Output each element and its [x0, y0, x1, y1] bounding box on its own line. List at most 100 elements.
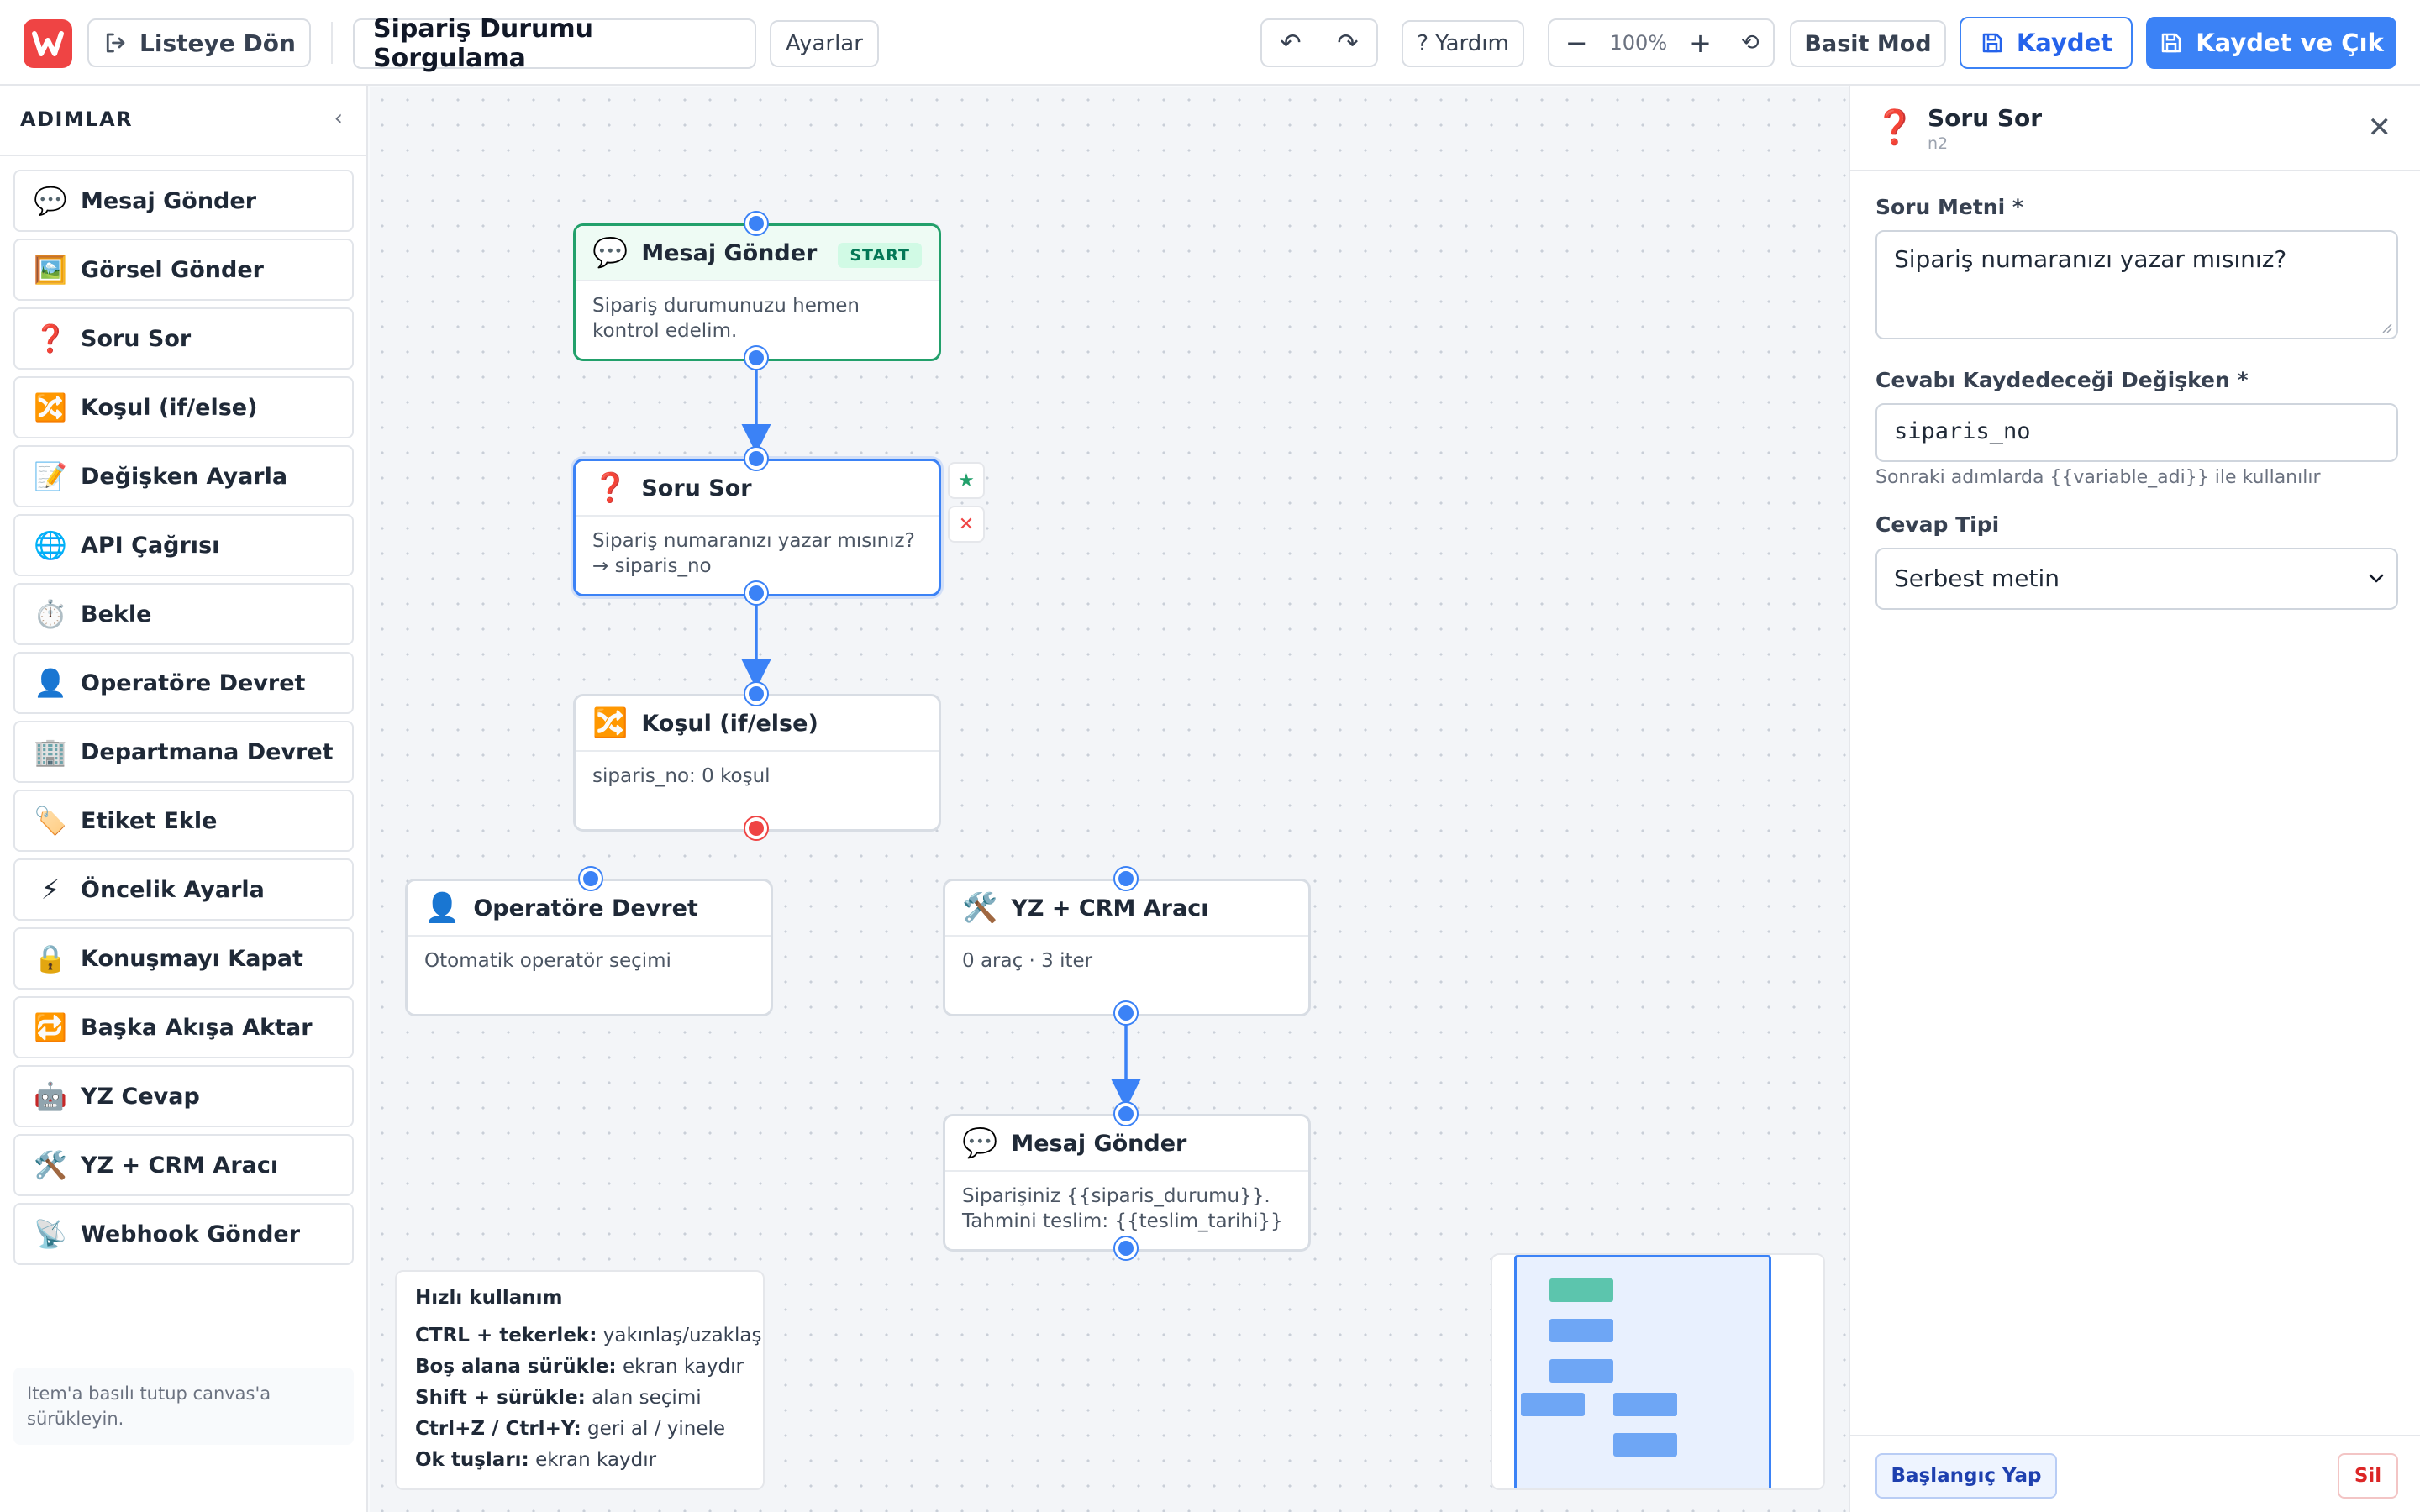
help-button[interactable]: ? Yardım: [1402, 20, 1524, 67]
tools-icon: 🛠️: [34, 1149, 67, 1181]
panel-node-id: n2: [1928, 134, 1949, 153]
sidebar-item-ask-question[interactable]: ❓ Soru Sor: [13, 307, 354, 370]
shortcut-desc: geri al / yinele: [587, 1418, 726, 1440]
resize-handle-icon[interactable]: [2380, 321, 2393, 334]
sidebar-item-ai-reply[interactable]: 🤖 YZ Cevap: [13, 1065, 354, 1127]
shuffle-icon: 🔀: [592, 706, 629, 740]
back-to-list-button[interactable]: Listeye Dön: [87, 18, 311, 67]
delete-node-button[interactable]: ✕: [948, 506, 985, 543]
input-port[interactable]: [745, 448, 767, 470]
shortcut-key: Shift + sürükle:: [415, 1387, 586, 1409]
steps-sidebar: ADIMLAR ‹ 💬 Mesaj Gönder 🖼️ Görsel Gönder …: [0, 86, 368, 1512]
sidebar-item-close-conversation[interactable]: 🔒 Konuşmayı Kapat: [13, 927, 354, 990]
zoom-out-button[interactable]: −: [1555, 27, 1597, 59]
node-send-message[interactable]: 💬 Mesaj Gönder Siparişiniz {{siparis_dur…: [943, 1114, 1311, 1252]
sidebar-item-send-webhook[interactable]: 📡 Webhook Gönder: [13, 1203, 354, 1265]
floppy-icon: [2161, 33, 2181, 53]
variable-help: Sonraki adımlarda {{variable_adi}} ile k…: [1876, 467, 2321, 488]
output-port[interactable]: [1115, 1002, 1137, 1024]
simple-mode-button[interactable]: Basit Mod: [1790, 20, 1946, 67]
sidebar-item-add-tag[interactable]: 🏷️ Etiket Ekle: [13, 790, 354, 852]
sidebar-item-set-priority[interactable]: ⚡ Öncelik Ayarla: [13, 858, 354, 921]
sidebar-item-move-to-flow[interactable]: 🔁 Başka Akışa Aktar: [13, 996, 354, 1058]
node-ai-crm-tool[interactable]: 🛠️ YZ + CRM Aracı 0 araç · 3 iter: [943, 879, 1311, 1016]
lock-icon: 🔒: [34, 942, 67, 974]
panel-title: Soru Sor: [1928, 104, 2043, 132]
close-icon: ✕: [958, 513, 975, 535]
sidebar-item-label: Konuşmayı Kapat: [81, 945, 303, 972]
node-ask-question[interactable]: ❓ Soru Sor Sipariş numaranızı yazar mısı…: [573, 459, 941, 596]
flow-title-input[interactable]: Sipariş Durumu Sorgulama: [353, 14, 756, 73]
input-port[interactable]: [1115, 868, 1137, 890]
star-icon: ★: [958, 470, 975, 491]
sidebar-item-condition[interactable]: 🔀 Koşul (if/else): [13, 376, 354, 438]
set-start-node-button[interactable]: ★: [948, 462, 985, 499]
sidebar-item-api-call[interactable]: 🌐 API Çağrısı: [13, 514, 354, 576]
question-textarea[interactable]: Sipariş numaranızı yazar mısınız?: [1876, 230, 2398, 339]
save-button[interactable]: Kaydet: [1960, 17, 2133, 69]
user-icon: 👤: [424, 891, 460, 925]
settings-button[interactable]: Ayarlar: [770, 20, 879, 67]
memo-icon: 📝: [34, 460, 67, 492]
else-output-port[interactable]: [745, 817, 767, 839]
sidebar-item-send-message[interactable]: 💬 Mesaj Gönder: [13, 170, 354, 232]
minimap[interactable]: [1491, 1253, 1825, 1490]
shuffle-icon: 🔀: [34, 391, 67, 423]
node-body: siparis_no: 0 koşul: [592, 765, 771, 787]
collapse-sidebar-button[interactable]: ‹: [334, 106, 343, 131]
reset-icon: ⟲: [1740, 30, 1760, 55]
sidebar-item-label: Koşul (if/else): [81, 394, 258, 421]
output-port[interactable]: [745, 347, 767, 369]
minimap-node: [1521, 1393, 1585, 1416]
globe-icon: 🌐: [34, 529, 67, 561]
input-port[interactable]: [580, 868, 602, 890]
logo-mark-icon: [32, 31, 64, 56]
sidebar-item-label: YZ + CRM Aracı: [81, 1152, 279, 1179]
output-port[interactable]: [1115, 1237, 1137, 1259]
undo-button[interactable]: ↶: [1262, 29, 1319, 58]
sidebar-item-ai-crm-tool[interactable]: 🛠️ YZ + CRM Aracı: [13, 1134, 354, 1196]
node-send-message-start[interactable]: 💬 Mesaj Gönder START Sipariş durumunuzu …: [573, 223, 941, 361]
sidebar-item-wait[interactable]: ⏱️ Bekle: [13, 583, 354, 645]
robot-icon: 🤖: [34, 1080, 67, 1112]
node-condition[interactable]: 🔀 Koşul (if/else) siparis_no: 0 koşul: [573, 694, 941, 832]
sidebar-item-label: API Çağrısı: [81, 532, 220, 559]
speech-bubble-icon: 💬: [592, 236, 629, 270]
flow-canvas[interactable]: 💬 Mesaj Gönder START Sipariş durumunuzu …: [370, 87, 1849, 1512]
quick-usage-panel: Hızlı kullanım CTRL + tekerlek: yakınlaş…: [395, 1270, 765, 1490]
save-and-exit-button[interactable]: Kaydet ve Çık: [2146, 17, 2396, 69]
redo-button[interactable]: ↷: [1319, 29, 1376, 58]
minimap-node: [1549, 1319, 1613, 1342]
sidebar-item-send-image[interactable]: 🖼️ Görsel Gönder: [13, 239, 354, 301]
node-transfer-operator[interactable]: 👤 Operatöre Devret Otomatik operatör seç…: [405, 879, 773, 1016]
tools-icon: 🛠️: [962, 891, 998, 925]
close-panel-button[interactable]: ✕: [2368, 111, 2392, 144]
set-start-button[interactable]: Başlangıç Yap: [1876, 1453, 2057, 1499]
output-port[interactable]: [745, 582, 767, 604]
zoom-in-button[interactable]: +: [1679, 27, 1721, 59]
sidebar-item-transfer-operator[interactable]: 👤 Operatöre Devret: [13, 652, 354, 714]
variable-input[interactable]: siparis_no: [1876, 403, 2398, 462]
reset-view-button[interactable]: ⟲: [1733, 30, 1767, 55]
delete-button[interactable]: Sil: [2338, 1453, 2398, 1499]
node-title: Koşul (if/else): [641, 710, 818, 737]
sidebar-item-transfer-department[interactable]: 🏢 Departmana Devret: [13, 721, 354, 783]
back-label: Listeye Dön: [139, 29, 296, 57]
input-port[interactable]: [745, 683, 767, 705]
sidebar-item-set-variable[interactable]: 📝 Değişken Ayarla: [13, 445, 354, 507]
image-icon: 🖼️: [34, 254, 67, 286]
input-port[interactable]: [1115, 1103, 1137, 1125]
node-message-line: Tahmini teslim: {{teslim_tarihi}}: [962, 1210, 1283, 1232]
input-port[interactable]: [745, 213, 767, 234]
question-label: Soru Metni *: [1876, 195, 2023, 219]
start-badge: START: [838, 243, 922, 268]
shortcut-row: Shift + sürükle: alan seçimi: [415, 1383, 744, 1414]
divider: [331, 22, 333, 64]
undo-redo-group: ↶ ↷: [1260, 18, 1378, 67]
node-title: Operatöre Devret: [473, 895, 698, 921]
office-building-icon: 🏢: [34, 736, 67, 768]
answer-type-select[interactable]: Serbest metin: [1876, 548, 2398, 610]
app-logo[interactable]: [24, 19, 72, 68]
quick-usage-title: Hızlı kullanım: [415, 1287, 563, 1309]
question-mark-icon: ❓: [1874, 108, 1916, 147]
